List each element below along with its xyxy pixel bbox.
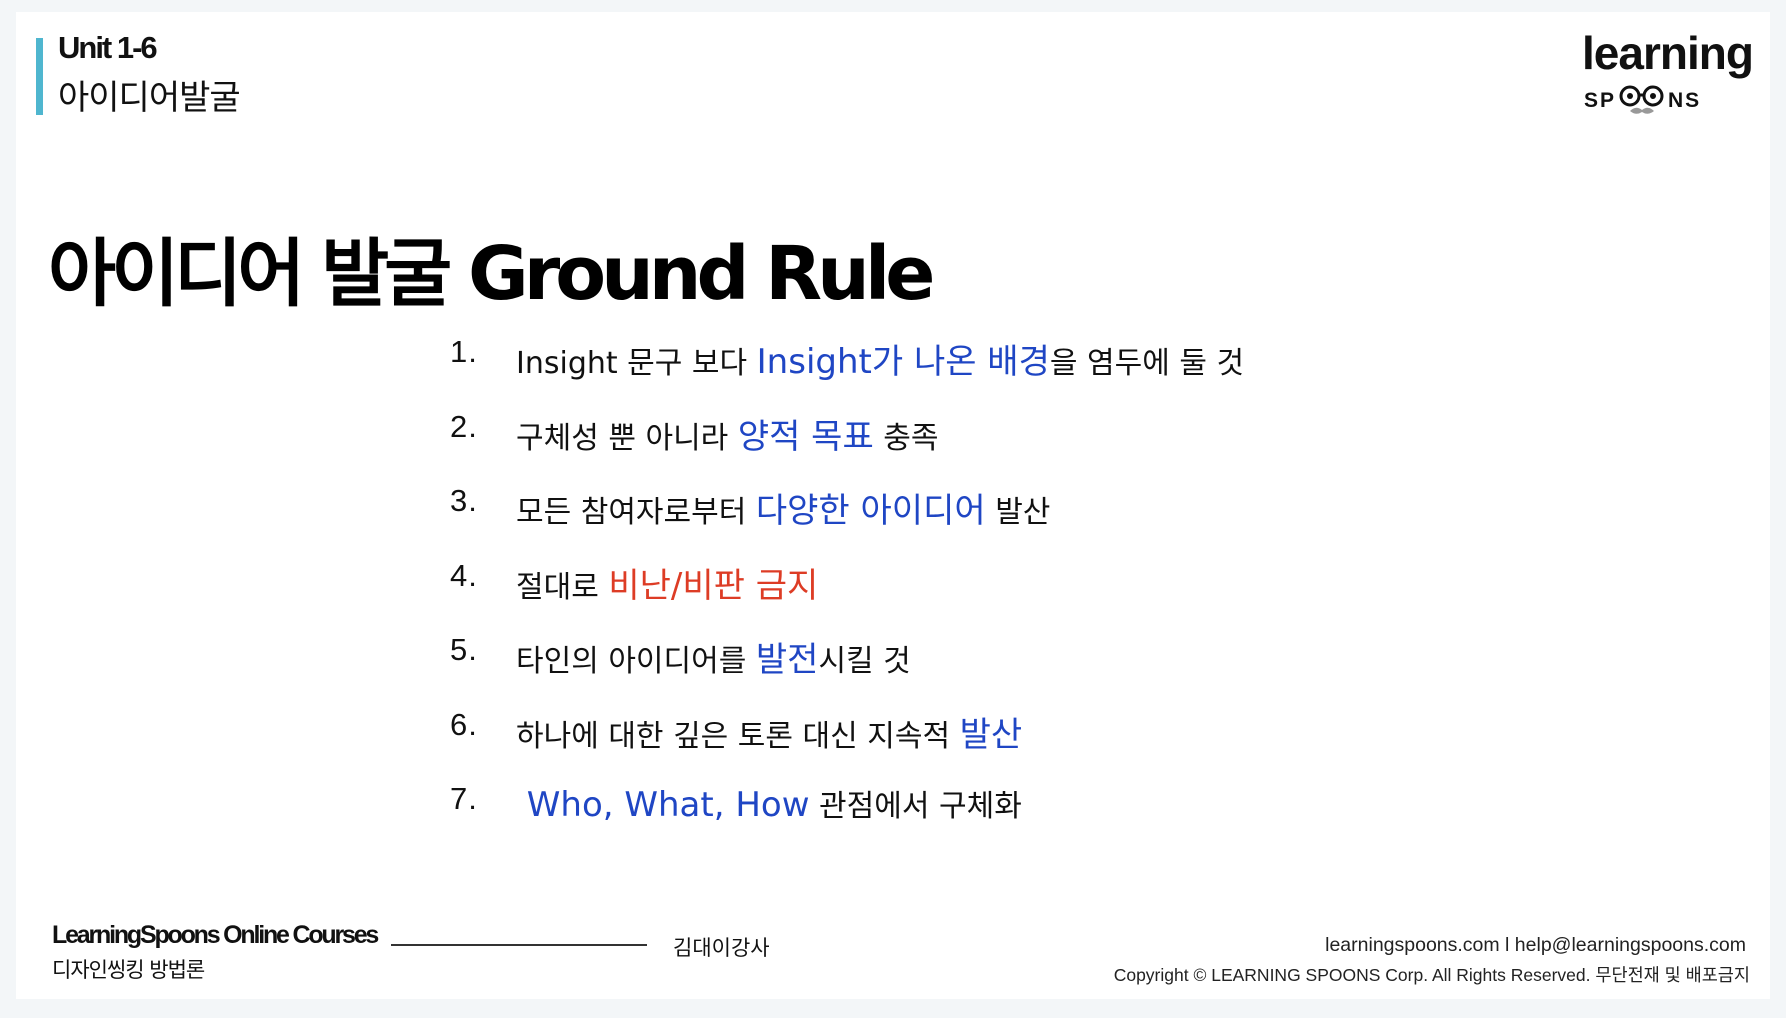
rule-item: 5. 타인의 아이디어를 발전시킬 것	[450, 632, 1244, 707]
rule-highlight-blue: 다양한 아이디어	[755, 491, 986, 531]
rule-item: 7. Who, What, How 관점에서 구체화	[450, 781, 1244, 856]
rule-highlight-red: 비난/비판 금지	[608, 565, 819, 606]
rule-text: 구체성 뿐 아니라 양적 목표 충족	[516, 409, 939, 458]
unit-title: 아이디어발굴	[58, 78, 241, 118]
rule-text-segment: 구체성 뿐 아니라	[516, 420, 738, 456]
rule-item: 3. 모든 참여자로부터 다양한 아이디어 발산	[450, 483, 1244, 558]
footer-copyright: Copyright © LEARNING SPOONS Corp. All Ri…	[1113, 965, 1750, 985]
rule-number: 7.	[450, 781, 478, 816]
rule-highlight-blue: 발전	[755, 640, 819, 680]
rule-number: 5.	[450, 632, 478, 667]
rule-number: 3.	[450, 483, 478, 518]
rule-highlight-blue: 발산	[959, 714, 1023, 755]
logo-sp: SP	[1584, 89, 1617, 112]
footer-instructor: 김대이강사	[673, 936, 770, 960]
rule-item: 1. Insight 문구 보다 Insight가 나온 배경을 염두에 둘 것	[450, 334, 1244, 409]
rule-number: 2.	[450, 408, 478, 444]
rule-text: 하나에 대한 깊은 토론 대신 지속적 발산	[516, 707, 1022, 756]
rule-text-segment: 하나에 대한 깊은 토론 대신 지속적	[516, 718, 960, 754]
rule-text: 절대로 비난/비판 금지	[516, 558, 818, 607]
rule-text-segment: 충족	[873, 420, 939, 456]
logo-ns: NS	[1668, 89, 1702, 112]
rule-number: 6.	[450, 706, 478, 742]
logo-wordmark: learning	[1582, 27, 1754, 79]
rule-text-segment: Insight 문구 보다	[516, 346, 757, 381]
rule-text-segment: 타인의 아이디어를	[516, 644, 756, 679]
learningspoons-logo: learning SP NS	[1582, 26, 1754, 122]
rule-text-segment: 을 염두에 둘 것	[1049, 346, 1245, 381]
rule-highlight-blue: Insight가 나온 배경	[756, 342, 1050, 382]
footer-brand: LearningSpoons Online Courses	[52, 921, 379, 949]
footer-course-name: 디자인씽킹 방법론	[52, 958, 205, 982]
unit-code: Unit 1-6	[58, 30, 158, 65]
rule-text-segment: 시킬 것	[818, 644, 911, 679]
slide: Unit 1-6 아이디어발굴 learning SP NS 아이디어 발굴 G…	[16, 12, 1770, 999]
rule-item: 6. 하나에 대한 깊은 토론 대신 지속적 발산	[450, 707, 1244, 782]
logo-subline: SP NS	[1584, 84, 1701, 118]
page-title: 아이디어 발굴 Ground Rule	[48, 230, 935, 317]
rule-text-segment: 모든 참여자로부터	[516, 495, 756, 530]
rule-text: Who, What, How 관점에서 구체화	[516, 781, 1022, 825]
rule-text: 타인의 아이디어를 발전시킬 것	[516, 632, 911, 681]
rule-text-segment: 절대로	[516, 569, 609, 605]
rule-text-segment: 관점에서 구체화	[809, 789, 1022, 824]
rule-text: Insight 문구 보다 Insight가 나온 배경을 염두에 둘 것	[516, 334, 1244, 383]
rule-number: 4.	[450, 557, 478, 593]
rule-number: 1.	[450, 334, 478, 369]
rule-text: 모든 참여자로부터 다양한 아이디어 발산	[516, 483, 1050, 532]
rule-item: 2. 구체성 뿐 아니라 양적 목표 충족	[450, 409, 1244, 484]
ground-rule-list: 1. Insight 문구 보다 Insight가 나온 배경을 염두에 둘 것 2…	[450, 334, 1244, 856]
rule-text-segment: 발산	[985, 495, 1051, 530]
glasses-mustache-icon	[1619, 85, 1664, 114]
rule-highlight-blue: 양적 목표	[737, 416, 874, 457]
rule-item: 4. 절대로 비난/비판 금지	[450, 558, 1244, 633]
footer-divider	[391, 944, 647, 946]
rule-highlight-blue: Who, What, How	[516, 785, 810, 825]
footer-contact: learningspoons.com l help@learningspoons…	[1325, 934, 1746, 956]
unit-accent-bar	[36, 38, 43, 115]
